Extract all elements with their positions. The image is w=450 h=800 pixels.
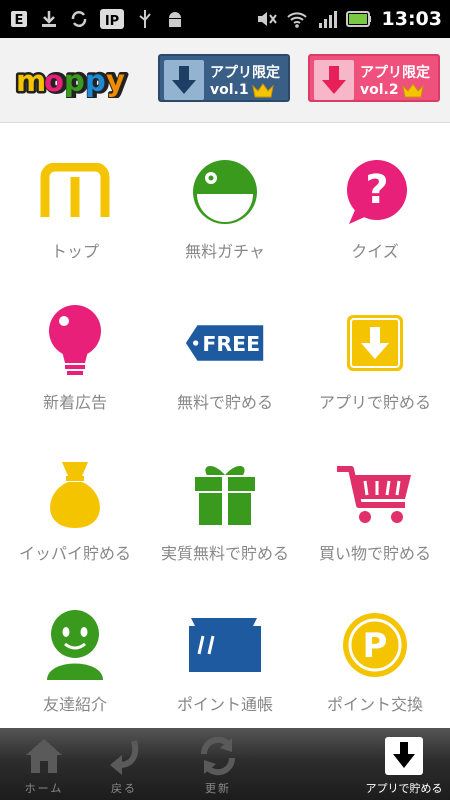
menu-label: ポイント交換 xyxy=(326,695,423,714)
menu-label: ポイント通帳 xyxy=(176,695,273,714)
status-bar: E IP 13:03 xyxy=(0,0,450,38)
notification-e-icon: E xyxy=(8,8,30,30)
point-coin-icon: P xyxy=(335,605,415,685)
svg-text:p: p xyxy=(64,64,85,98)
home-label: ホーム xyxy=(24,782,64,795)
home-icon xyxy=(24,736,64,776)
moppy-logo[interactable]: moppy m o p p y xyxy=(14,64,138,98)
back-label: 戻る xyxy=(111,782,137,795)
svg-text:p: p xyxy=(85,64,106,98)
download-arrow-icon xyxy=(164,60,204,100)
app-save-tab[interactable]: アプリで貯める xyxy=(364,728,444,800)
moppy-m-icon xyxy=(35,152,115,232)
app-download-icon xyxy=(384,736,424,776)
shopping-cart-icon xyxy=(335,454,415,534)
app-save-label: アプリで貯める xyxy=(365,782,443,795)
crown-icon xyxy=(402,83,424,98)
banner-volume: vol.2 xyxy=(360,82,399,98)
menu-item-top[interactable]: トップ xyxy=(0,122,150,273)
menu-item-lots-save[interactable]: イッパイ貯める xyxy=(0,424,150,575)
refresh-icon xyxy=(198,736,238,776)
app-limited-banner-vol2[interactable]: アプリ限定 vol.2 xyxy=(308,54,440,102)
battery-icon xyxy=(345,8,372,30)
wifi-icon xyxy=(286,8,308,30)
menu-item-invite-friend[interactable]: 友達紹介 xyxy=(0,575,150,726)
banner-title: アプリ限定 xyxy=(360,65,430,81)
signal-icon xyxy=(316,8,338,30)
menu-label: クイズ xyxy=(351,242,399,261)
menu-item-free-gacha[interactable]: 無料ガチャ xyxy=(150,122,300,273)
menu-label: イッパイ貯める xyxy=(18,544,131,563)
menu-label: 新着広告 xyxy=(42,393,107,412)
menu-item-new-ads[interactable]: 新着広告 xyxy=(0,273,150,424)
menu-label: トップ xyxy=(50,242,99,261)
menu-item-shopping-save[interactable]: 買い物で貯める xyxy=(300,424,450,575)
usb-icon xyxy=(134,8,156,30)
banner-title: アプリ限定 xyxy=(210,65,280,81)
menu-label: 実質無料で貯める xyxy=(160,544,289,563)
app-limited-banner-vol1[interactable]: アプリ限定 vol.1 xyxy=(158,54,290,102)
menu-label: 無料ガチャ xyxy=(185,242,265,261)
back-button[interactable]: 戻る xyxy=(84,728,164,800)
svg-text:IP: IP xyxy=(105,14,119,29)
clock: 13:03 xyxy=(381,8,442,30)
app-header: moppy m o p p y アプリ限定 vol.1 アプリ限定 vol.2 xyxy=(0,38,450,123)
money-bag-icon xyxy=(35,454,115,534)
menu-item-point-exchange[interactable]: P ポイント交換 xyxy=(300,575,450,726)
quiz-icon: ? xyxy=(335,152,415,232)
svg-text:?: ? xyxy=(365,167,388,213)
lightbulb-icon xyxy=(35,303,115,383)
friend-icon xyxy=(35,605,115,685)
menu-label: 買い物で貯める xyxy=(318,544,431,563)
gacha-icon xyxy=(185,152,265,232)
coin-letter: P xyxy=(363,626,388,666)
home-button[interactable]: ホーム xyxy=(4,728,84,800)
gift-box-icon xyxy=(185,454,265,534)
app-download-icon xyxy=(335,303,415,383)
menu-item-effectively-free[interactable]: 実質無料で貯める xyxy=(150,424,300,575)
download-arrow-icon xyxy=(314,60,354,100)
svg-text:m: m xyxy=(16,64,46,98)
refresh-button[interactable]: 更新 xyxy=(178,728,258,800)
menu-item-point-passbook[interactable]: ポイント通帳 xyxy=(150,575,300,726)
android-debug-icon xyxy=(164,8,186,30)
bottom-toolbar: ホーム 戻る 更新 アプリで貯める xyxy=(0,728,450,800)
mute-icon xyxy=(256,8,278,30)
download-icon xyxy=(38,8,60,30)
svg-text:o: o xyxy=(44,64,64,98)
svg-text:E: E xyxy=(15,13,24,28)
menu-grid: トップ 無料ガチャ ? クイズ 新着広告 FREE 無料で貯める アプリで貯める… xyxy=(0,122,450,728)
menu-label: 友達紹介 xyxy=(42,695,107,714)
menu-item-free-save[interactable]: FREE 無料で貯める xyxy=(150,273,300,424)
sync-icon xyxy=(68,8,90,30)
back-arrow-icon xyxy=(104,736,144,776)
free-tag-text: FREE xyxy=(202,332,260,356)
banner-volume: vol.1 xyxy=(210,82,249,98)
crown-icon xyxy=(252,83,274,98)
svg-text:y: y xyxy=(106,64,125,98)
passbook-icon xyxy=(185,605,265,685)
menu-item-quiz[interactable]: ? クイズ xyxy=(300,122,450,273)
menu-label: アプリで貯める xyxy=(318,393,431,412)
free-tag-icon: FREE xyxy=(185,303,265,383)
ip-icon: IP xyxy=(98,8,126,30)
menu-label: 無料で貯める xyxy=(176,393,273,412)
refresh-label: 更新 xyxy=(205,782,231,795)
menu-item-app-save[interactable]: アプリで貯める xyxy=(300,273,450,424)
